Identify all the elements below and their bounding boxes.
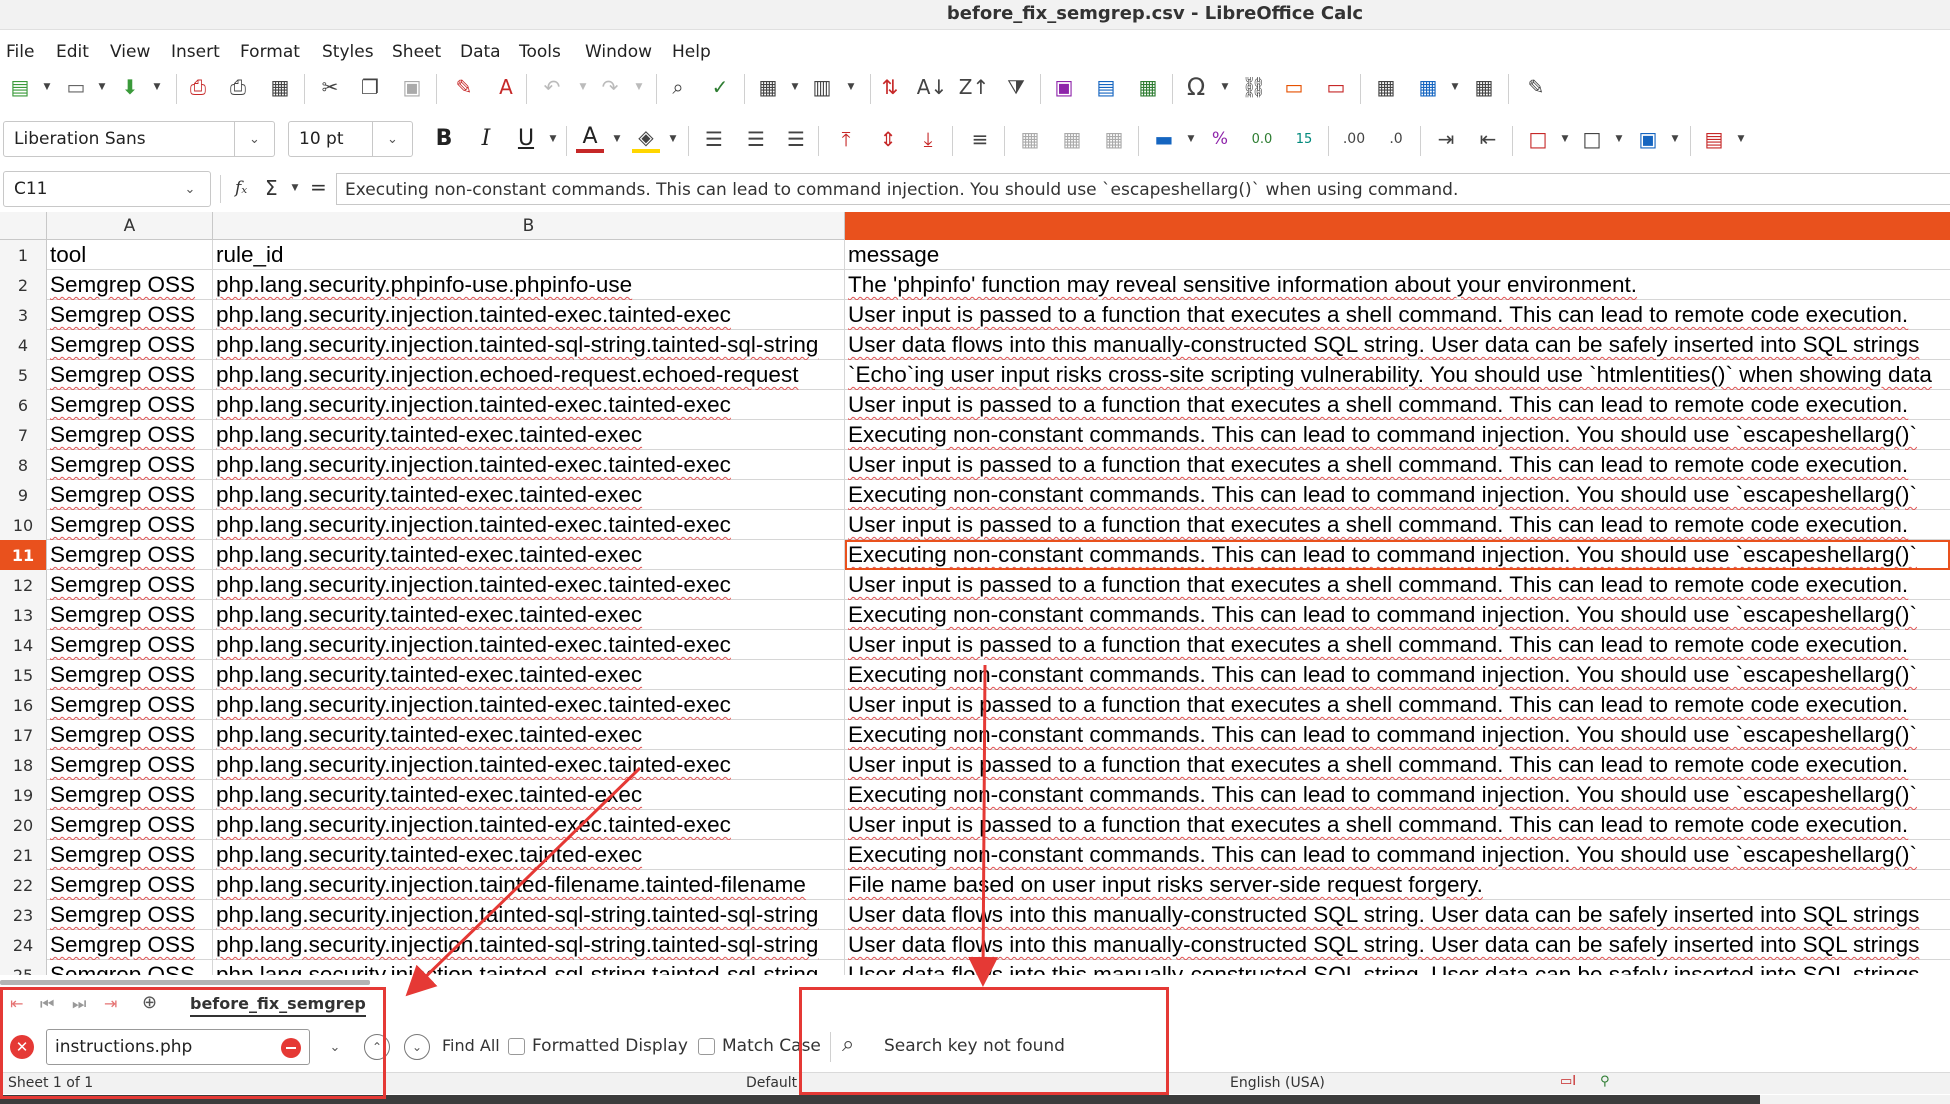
annotation-arrow-left — [405, 766, 642, 997]
annotation-arrows — [405, 664, 999, 997]
annotation-arrow-right — [968, 664, 999, 987]
